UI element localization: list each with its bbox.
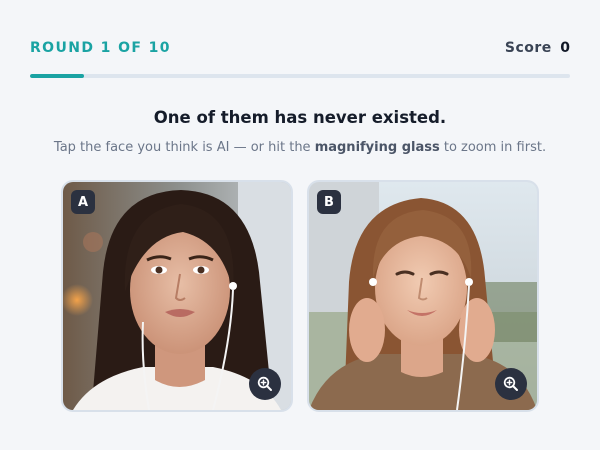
prompt-headline: One of them has never existed. [153,108,447,127]
score-value: 0 [560,40,570,56]
prompt-instructions: Tap the face you think is AI — or hit th… [0,140,600,155]
round-progress-bar [30,74,570,78]
face-card-a[interactable]: A [61,180,293,412]
option-badge-b: B [317,190,341,214]
zoom-button-b[interactable] [495,368,527,400]
face-card-b[interactable]: B [307,180,539,412]
instructions-text-bold: magnifying glass [314,140,440,155]
zoom-button-a[interactable] [249,368,281,400]
instructions-text-start: Tap the face you think is AI — or hit th… [53,140,315,155]
zoom-in-icon [503,376,518,391]
zoom-in-icon [257,376,272,391]
instructions-text-end: to zoom in first. [439,140,547,155]
score-label: Score [504,40,552,56]
round-progress-fill [30,74,84,78]
score-display: Score 0 [505,40,570,56]
game-header: ROUND 1 OF 10 Score 0 [30,38,570,58]
option-badge-a: A [71,190,95,214]
round-indicator: ROUND 1 OF 10 [30,40,171,56]
